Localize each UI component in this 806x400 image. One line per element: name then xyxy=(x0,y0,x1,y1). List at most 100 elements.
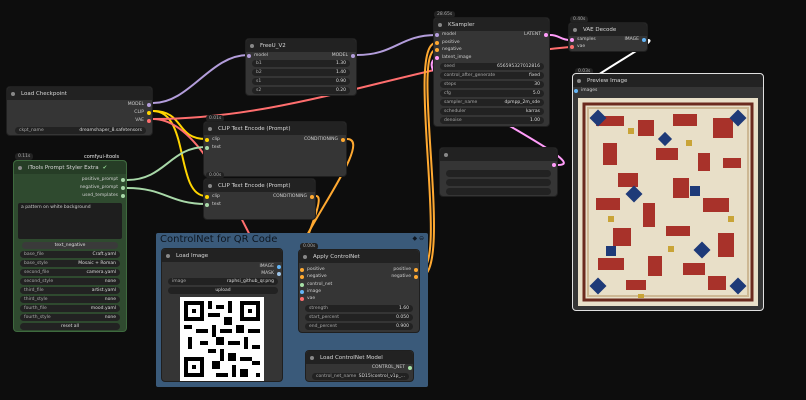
node-title: VAE Decode xyxy=(583,26,617,33)
ckpt-name-widget[interactable]: ckpt_name dreamshaper_8.safetensors xyxy=(15,127,146,134)
output-mask[interactable]: MASK xyxy=(261,271,281,276)
input-negative[interactable]: negative xyxy=(300,274,327,279)
end-percent-widget[interactable]: end_percent 0.900 xyxy=(305,323,413,330)
clip-text-encode-node-2[interactable]: CLIP Text Encode (Prompt) clip text COND… xyxy=(203,178,316,220)
second-style-widget[interactable]: second_style none xyxy=(20,278,120,285)
collapse-dot-icon[interactable] xyxy=(18,165,22,170)
output-positive-prompt[interactable]: positive_prompt xyxy=(82,177,125,182)
output-clip[interactable]: CLIP xyxy=(134,110,151,115)
height-widget[interactable] xyxy=(446,179,551,186)
vae-decode-node[interactable]: VAE Decode samples vae IMAGE xyxy=(568,22,648,52)
start-percent-widget[interactable]: start_percent 0.050 xyxy=(305,314,413,321)
node-title: Apply ControlNet xyxy=(313,253,360,260)
apply-controlnet-node[interactable]: Apply ControlNet positive negative contr… xyxy=(298,249,420,333)
wire-freeu-ksampler xyxy=(356,34,437,56)
collapse-dot-icon[interactable] xyxy=(438,22,442,27)
input-clip[interactable]: clip xyxy=(205,137,220,142)
input-clip[interactable]: clip xyxy=(205,194,220,199)
input-negative[interactable]: negative xyxy=(435,47,462,52)
collapse-dot-icon[interactable] xyxy=(310,355,314,360)
input-image[interactable]: image xyxy=(300,289,321,294)
third-file-widget[interactable]: third_file artist.yaml xyxy=(20,287,120,294)
input-latent-image[interactable]: latent_image xyxy=(435,55,471,60)
collapse-dot-icon[interactable] xyxy=(577,78,581,83)
node-title: CLIP Text Encode (Prompt) xyxy=(218,182,291,189)
output-control-net[interactable]: CONTROL_NET xyxy=(372,365,412,370)
input-vae[interactable]: vae xyxy=(570,44,585,49)
output-image[interactable]: IMAGE xyxy=(259,264,281,269)
collapse-dot-icon[interactable] xyxy=(250,43,254,48)
cfg-widget[interactable]: cfg 5.0 xyxy=(440,90,544,97)
strength-widget[interactable]: strength 1.60 xyxy=(305,305,413,312)
ksampler-node[interactable]: KSampler model positive negative latent_… xyxy=(433,17,550,127)
third-style-widget[interactable]: third_style none xyxy=(20,296,120,303)
upload-button[interactable]: upload xyxy=(168,287,278,294)
output-vae[interactable]: VAE xyxy=(135,118,151,123)
group-menu-icon[interactable]: ◆ ⊖ xyxy=(412,235,424,242)
output-latent[interactable]: LATENT xyxy=(524,32,548,37)
group-title: ControlNet for QR Code xyxy=(160,234,278,245)
denoise-widget[interactable]: denoise 1.00 xyxy=(440,117,544,124)
load-image-node[interactable]: Load Image IMAGE MASK image raphsi_github… xyxy=(161,248,283,382)
width-widget[interactable] xyxy=(446,170,551,177)
output-positive[interactable]: positive xyxy=(393,267,418,272)
collapse-dot-icon[interactable] xyxy=(208,183,212,188)
text-negative-field[interactable]: text_negative xyxy=(22,242,118,249)
input-model[interactable]: model xyxy=(435,32,456,37)
input-text[interactable]: text xyxy=(205,202,221,207)
itools-prompt-styler-node[interactable]: iTools Prompt Styler Extra ✔ positive_pro… xyxy=(13,160,127,332)
input-vae[interactable]: vae xyxy=(300,296,315,301)
empty-latent-image-node[interactable] xyxy=(439,147,558,197)
collapse-dot-icon[interactable] xyxy=(166,253,170,258)
s1-widget[interactable]: s1 0.90 xyxy=(252,78,350,85)
second-file-widget[interactable]: second_file camera.yaml xyxy=(20,269,120,276)
b2-widget[interactable]: b2 1.40 xyxy=(252,69,350,76)
batch-size-widget[interactable] xyxy=(446,188,551,195)
preview-image-node[interactable]: Preview Image images xyxy=(572,73,764,311)
wire-clip-1 xyxy=(152,110,207,140)
input-images[interactable]: images xyxy=(574,88,597,93)
collapse-dot-icon[interactable] xyxy=(444,152,448,157)
control-after-generate-widget[interactable]: control_after_generate fixed xyxy=(440,72,544,79)
input-samples[interactable]: samples xyxy=(570,37,596,42)
qr-code-image xyxy=(180,297,264,381)
reset-all-button[interactable]: reset all xyxy=(20,323,120,330)
output-model[interactable]: MODEL xyxy=(332,53,355,58)
collapse-dot-icon[interactable] xyxy=(11,91,15,96)
prompt-textarea[interactable]: a pattern on white background xyxy=(18,203,122,239)
output-used-templates[interactable]: used_templates xyxy=(82,193,125,198)
collapse-dot-icon[interactable] xyxy=(573,27,577,32)
output-negative[interactable]: negative xyxy=(391,274,418,279)
clip-text-encode-node-1[interactable]: CLIP Text Encode (Prompt) clip text COND… xyxy=(203,121,347,177)
b1-widget[interactable]: b1 1.30 xyxy=(252,60,350,67)
input-positive[interactable]: positive xyxy=(435,40,460,45)
seed-widget[interactable]: seed 656595327012816 xyxy=(440,63,544,70)
fourth-file-widget[interactable]: fourth_file mood.yaml xyxy=(20,305,120,312)
output-image[interactable]: IMAGE xyxy=(624,37,646,42)
s2-widget[interactable]: s2 0.20 xyxy=(252,87,350,94)
input-positive[interactable]: positive xyxy=(300,267,325,272)
freeu-v2-node[interactable]: FreeU_V2 model MODEL b1 1.30 b2 1.40 s1 0.9… xyxy=(245,38,357,96)
output-conditioning[interactable]: CONDITIONING xyxy=(273,194,314,199)
input-model[interactable]: model xyxy=(247,53,268,58)
input-text[interactable]: text xyxy=(205,145,221,150)
node-title: Preview Image xyxy=(587,77,628,84)
output-negative-prompt[interactable]: negative_prompt xyxy=(80,185,125,190)
collapse-dot-icon[interactable] xyxy=(303,254,307,259)
output-conditioning[interactable]: CONDITIONING xyxy=(304,137,345,142)
fourth-style-widget[interactable]: fourth_style none xyxy=(20,314,120,321)
image-select-widget[interactable]: image raphsi_github_qr.png xyxy=(168,278,278,285)
steps-widget[interactable]: steps 30 xyxy=(440,81,544,88)
check-icon: ✔ xyxy=(102,164,108,171)
load-checkpoint-node[interactable]: Load Checkpoint MODEL CLIP VAE ckpt_name… xyxy=(6,86,153,136)
base-file-widget[interactable]: base_file Craft.yaml xyxy=(20,251,120,258)
input-control-net[interactable]: control_net xyxy=(300,282,332,287)
sampler-name-widget[interactable]: sampler_name dpmpp_2m_sde xyxy=(440,99,544,106)
load-controlnet-model-node[interactable]: Load ControlNet Model CONTROL_NET contro… xyxy=(305,350,414,382)
node-title: iTools Prompt Styler Extra xyxy=(28,164,99,171)
control-net-name-widget[interactable]: control_net_name SD15\control_v1p_... xyxy=(312,373,409,380)
output-model[interactable]: MODEL xyxy=(128,102,151,107)
base-style-widget[interactable]: base_style Mosaic + Roman xyxy=(20,260,120,267)
scheduler-widget[interactable]: scheduler karras xyxy=(440,108,544,115)
collapse-dot-icon[interactable] xyxy=(208,126,212,131)
